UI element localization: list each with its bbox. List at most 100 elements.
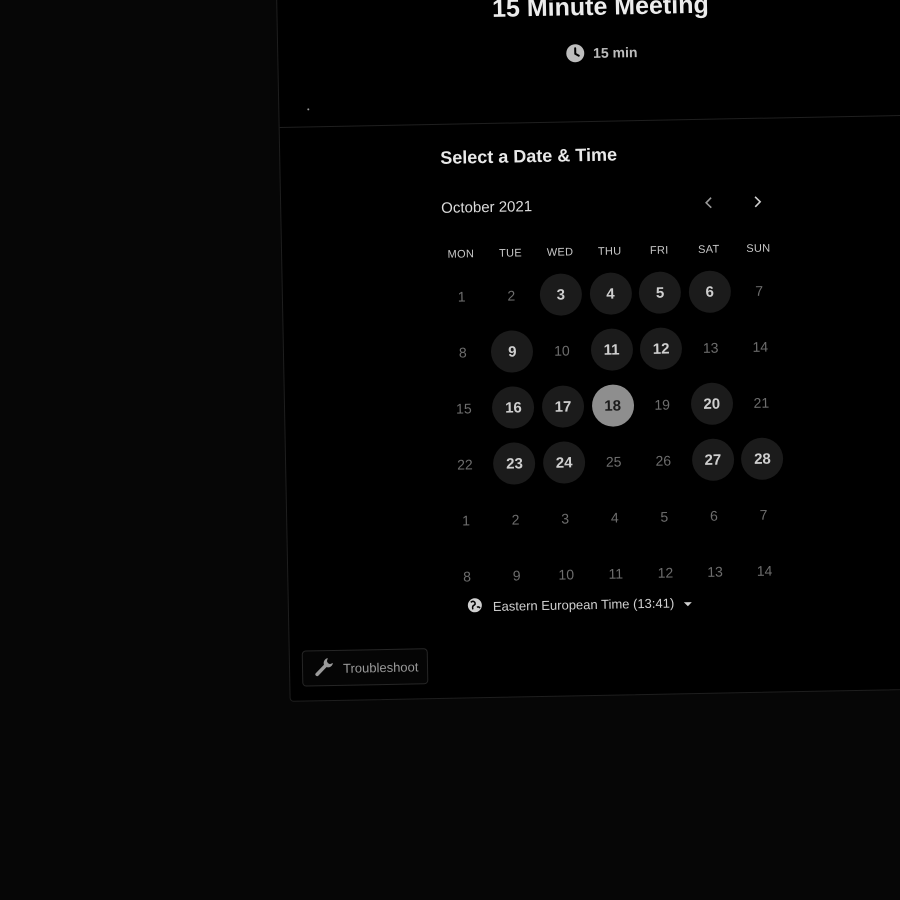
calendar-day-number: 7	[759, 506, 768, 523]
event-duration: 15 min	[278, 37, 900, 69]
calendar-day-selected[interactable]: 18	[587, 380, 638, 431]
calendar-day-number: 6	[688, 270, 732, 314]
calendar-day-number: 12	[657, 564, 674, 581]
calendar-day-available[interactable]: 23	[489, 438, 540, 489]
next-month-button[interactable]	[745, 192, 769, 216]
weekday-label: TUE	[498, 247, 523, 260]
calendar-day-available[interactable]: 4	[585, 268, 636, 319]
calendar-day: 3	[540, 493, 591, 544]
calendar-day-number: 26	[655, 452, 672, 469]
calendar-day-available[interactable]: 20	[687, 378, 738, 429]
calendar-day-number: 3	[561, 510, 570, 527]
calendar-day: 8	[442, 551, 493, 602]
header-dot	[307, 108, 310, 111]
calendar-day: 9	[491, 550, 542, 601]
calendar-day-number: 24	[542, 441, 586, 484]
calendar-day: 19	[637, 379, 688, 430]
calendar-day-number: 2	[511, 511, 520, 528]
calendar-day-number: 6	[709, 507, 718, 524]
calendar-week-row: 1 2 3456 7	[436, 265, 787, 322]
calendar-day-available[interactable]: 24	[539, 437, 590, 488]
weekday-label: WED	[546, 246, 574, 259]
calendar-day: 1	[441, 495, 492, 546]
calendar-day-available[interactable]: 12	[636, 323, 687, 374]
weekday-label: FRI	[649, 244, 669, 257]
calendar-grid: MON TUE WED THU FRI SAT SUN 1 2 3 4 5 6 7 8 9 10 1…	[436, 237, 793, 602]
calendar-day-number: 8	[458, 344, 467, 361]
calendar-day: 6	[689, 490, 740, 541]
calendar-day-number: 11	[608, 565, 624, 582]
calendar-day: 4	[589, 492, 640, 543]
troubleshoot-button[interactable]: Troubleshoot	[301, 648, 429, 687]
calendar-day: 15	[439, 383, 490, 434]
calendar-day-number: 7	[755, 282, 764, 299]
calendar-day: 26	[638, 435, 689, 486]
calendar-day: 22	[440, 439, 491, 490]
calendar-day-available[interactable]: 9	[487, 326, 538, 377]
calendar-day-number: 14	[752, 338, 769, 355]
calendar-day: 1	[436, 271, 487, 322]
calendar-day-number: 14	[756, 562, 773, 579]
month-label: October 2021	[441, 198, 533, 217]
calendar-day-number: 9	[512, 567, 521, 584]
calendar-day-available[interactable]: 3	[536, 269, 587, 320]
calendar-day-number: 17	[541, 385, 585, 428]
calendar-day-number: 22	[456, 456, 473, 473]
calendar-day-number: 9	[490, 330, 534, 373]
calendar-day-available[interactable]: 28	[737, 433, 788, 484]
weekday-label: MON	[447, 248, 475, 261]
wrench-icon	[313, 655, 335, 680]
calendar-day: 14	[735, 321, 786, 372]
calendar-day-number: 4	[610, 509, 619, 526]
calendar-day: 10	[537, 325, 588, 376]
calendar-day-number: 2	[507, 287, 516, 304]
calendar-day: 2	[486, 270, 537, 321]
calendar-day: 5	[639, 491, 690, 542]
calendar-day-number: 1	[461, 512, 471, 529]
calendar-day-available[interactable]: 16	[488, 382, 539, 433]
calendar-day: 8	[438, 327, 489, 378]
calendar-day-number: 8	[463, 568, 472, 585]
calendar-weeks: 1 2 3 4 5 6 7 8 9 10 11 12 13 14 15 16 17 18 19 20 21 22 23 24 2…	[436, 265, 792, 602]
screen: 15 Minute Meeting 15 min Select a Date &…	[0, 0, 900, 900]
duration-label: 15 min	[592, 44, 638, 61]
prev-month-button[interactable]	[697, 192, 721, 216]
calendar-day: 25	[588, 436, 639, 487]
calendar-day: 13	[690, 546, 741, 597]
event-title: 15 Minute Meeting	[491, 0, 709, 23]
calendar-day-number: 19	[654, 396, 671, 413]
timezone-selector[interactable]: Eastern European Time (13:41)	[467, 593, 693, 616]
calendar-week-row: 8 9 10 11 12 13 14	[438, 321, 789, 378]
booking-card: 15 Minute Meeting 15 min Select a Date &…	[276, 0, 900, 702]
calendar-day-available[interactable]: 27	[688, 434, 739, 485]
calendar-day: 2	[490, 494, 541, 545]
calendar-day-number: 3	[539, 273, 583, 316]
calendar-day-number: 1	[457, 288, 466, 305]
calendar-day: 11	[591, 548, 642, 599]
calendar-day-number: 13	[702, 339, 719, 356]
calendar-day-number: 13	[707, 563, 723, 580]
calendar-day-number: 15	[455, 400, 472, 417]
section-title: Select a Date & Time	[440, 144, 618, 168]
month-navigation: October 2021	[441, 193, 785, 224]
calendar-day-number: 20	[690, 382, 734, 426]
calendar-day-available[interactable]: 17	[538, 381, 589, 432]
calendar-day-available[interactable]: 6	[684, 266, 735, 317]
calendar-day-number: 11	[590, 328, 633, 372]
troubleshoot-label: Troubleshoot	[342, 658, 419, 676]
calendar-day: 12	[640, 547, 691, 598]
weekday-header-row: MON TUE WED THU FRI SAT SUN	[436, 237, 786, 266]
weekday-label: SUN	[746, 242, 771, 256]
globe-icon	[467, 597, 483, 616]
calendar-day-available[interactable]: 5	[635, 267, 686, 318]
chevron-left-icon	[703, 195, 715, 214]
calendar-day-number: 25	[605, 453, 622, 470]
calendar-day: 7	[734, 265, 785, 316]
timezone-label: Eastern European Time (13:41)	[492, 595, 675, 614]
calendar-day-number: 27	[691, 438, 735, 482]
calendar-day: 14	[739, 545, 790, 596]
date-time-picker: Select a Date & Time October 2021 MON TU…	[440, 141, 800, 614]
calendar-day-number: 16	[492, 386, 535, 429]
calendar-day-available[interactable]: 11	[586, 324, 637, 375]
weekday-label: THU	[597, 245, 622, 258]
